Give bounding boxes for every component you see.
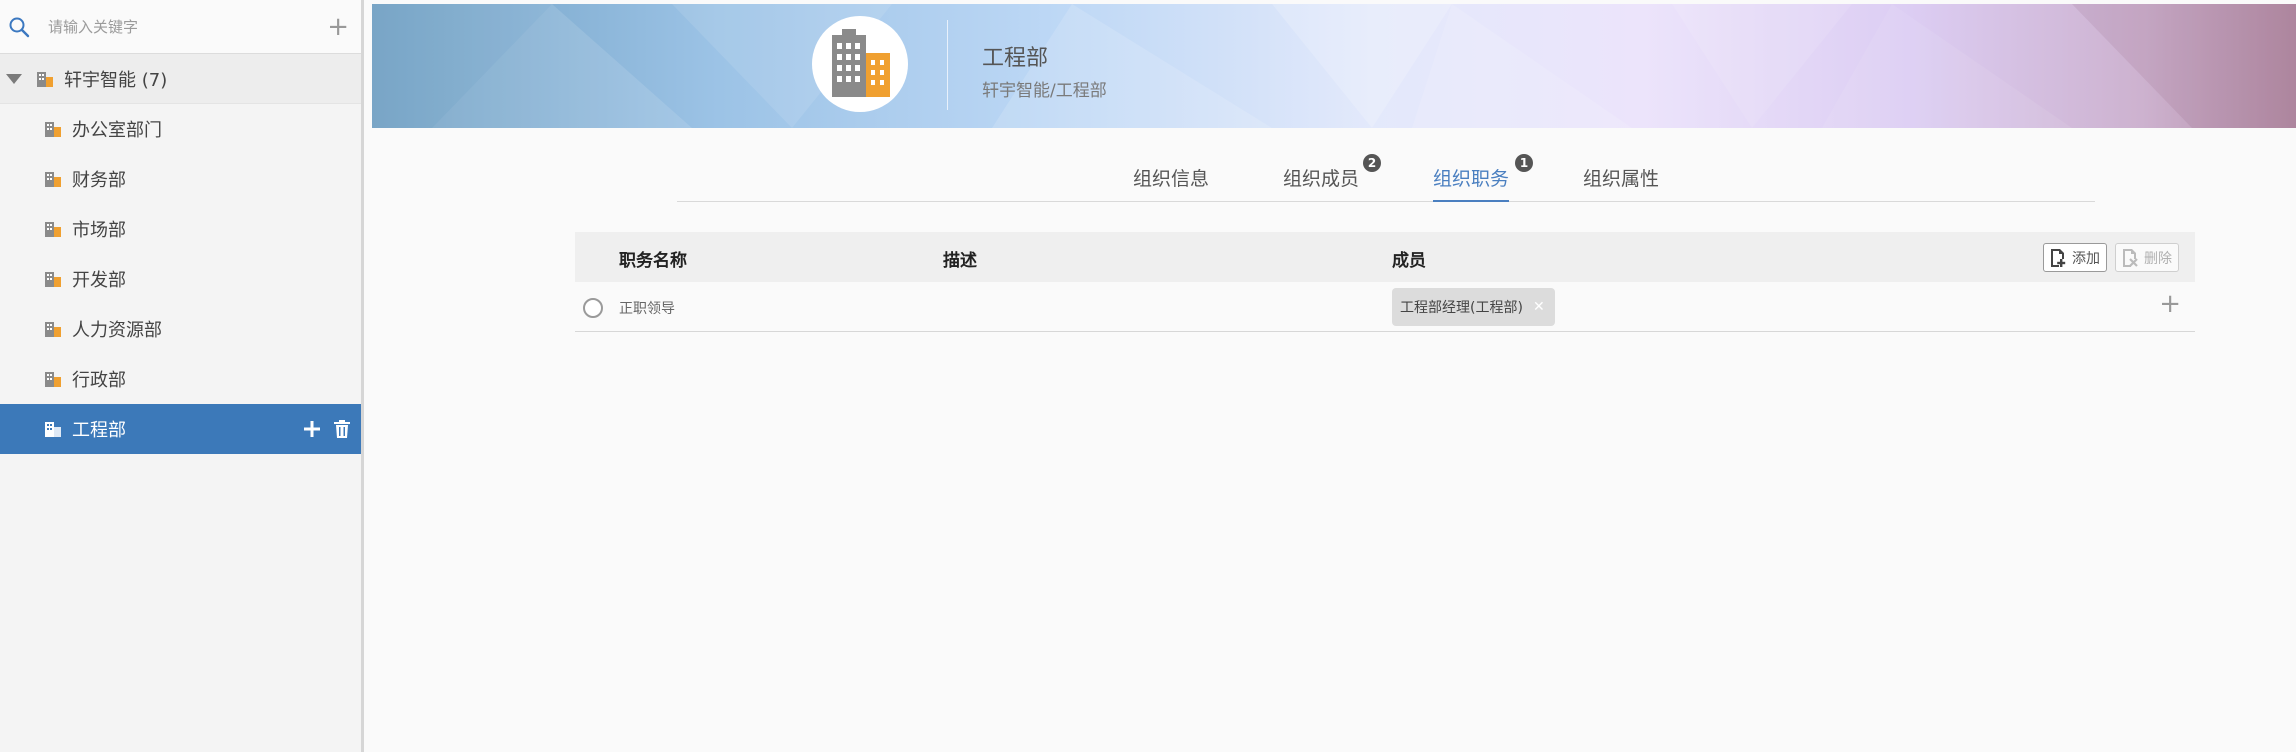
- building-icon: [44, 320, 62, 338]
- add-member-icon[interactable]: +: [2159, 291, 2181, 317]
- tab-bar: 组织信息 组织成员 2 组织职务 1 组织属性: [677, 150, 2095, 202]
- delete-position-button[interactable]: 删除: [2115, 243, 2179, 272]
- search-icon[interactable]: [8, 16, 30, 38]
- delete-file-icon: [2120, 248, 2140, 268]
- add-position-button[interactable]: 添加: [2043, 243, 2107, 272]
- building-icon: [44, 220, 62, 238]
- count-badge: 2: [1363, 154, 1381, 172]
- tree-item-marketing[interactable]: 市场部: [0, 204, 361, 254]
- tree-root-node[interactable]: 轩宇智能 (7): [0, 54, 361, 104]
- banner-background: [372, 4, 2296, 128]
- tree-item-label: 人力资源部: [72, 320, 162, 341]
- org-tree-sidebar: + 轩宇智能 (7) 办公室部门 财务部 市场部 开发部 人力资源部: [0, 0, 364, 752]
- column-header-description: 描述: [943, 251, 977, 271]
- main-panel: 工程部 轩宇智能/工程部 组织信息 组织成员 2 组织职务 1 组织属性 职务名…: [367, 0, 2296, 752]
- tab-label: 组织信息: [1133, 168, 1210, 190]
- tree-item-engineering[interactable]: 工程部: [0, 404, 361, 454]
- breadcrumb: 轩宇智能/工程部: [982, 81, 1107, 101]
- count-badge: 1: [1515, 154, 1533, 172]
- add-org-icon[interactable]: +: [327, 14, 349, 40]
- tree-item-label: 工程部: [72, 420, 126, 441]
- add-file-icon: [2048, 248, 2068, 268]
- collapse-caret-icon[interactable]: [6, 73, 22, 84]
- add-button-label: 添加: [2072, 250, 2100, 267]
- tree-item-label: 开发部: [72, 270, 126, 291]
- tree-item-label: 办公室部门: [72, 120, 162, 141]
- tab-label: 组织职务: [1433, 168, 1510, 190]
- building-icon: [44, 370, 62, 388]
- building-icon: [36, 70, 54, 88]
- tree-children: 办公室部门 财务部 市场部 开发部 人力资源部 行政部 工程部: [0, 104, 361, 454]
- remove-member-icon[interactable]: ✕: [1533, 299, 1545, 315]
- search-bar: +: [0, 0, 361, 54]
- delete-button-label: 删除: [2144, 250, 2172, 267]
- column-header-position-name: 职务名称: [619, 251, 687, 271]
- building-icon: [44, 270, 62, 288]
- tab-label: 组织成员: [1283, 168, 1360, 190]
- org-banner: 工程部 轩宇智能/工程部: [372, 4, 2296, 128]
- building-icon: [44, 420, 62, 438]
- tree-item-actions: [303, 404, 351, 454]
- tree-item-finance[interactable]: 财务部: [0, 154, 361, 204]
- tab-org-info[interactable]: 组织信息: [1133, 164, 1209, 202]
- tab-org-positions[interactable]: 组织职务 1: [1433, 154, 1533, 202]
- page-title: 工程部: [982, 46, 1049, 71]
- member-tag: 工程部经理(工程部) ✕: [1392, 288, 1555, 326]
- building-icon: [44, 120, 62, 138]
- tab-org-attributes[interactable]: 组织属性: [1583, 164, 1659, 202]
- trash-icon[interactable]: [333, 419, 351, 439]
- tree-item-label: 财务部: [72, 170, 126, 191]
- positions-table-header: 职务名称 描述 成员 添加 删除: [575, 232, 2195, 282]
- tab-org-members[interactable]: 组织成员 2: [1283, 154, 1381, 202]
- search-input[interactable]: [48, 17, 298, 36]
- tree-item-office[interactable]: 办公室部门: [0, 104, 361, 154]
- add-child-icon[interactable]: [303, 420, 321, 438]
- building-icon: [44, 170, 62, 188]
- tree-item-admin[interactable]: 行政部: [0, 354, 361, 404]
- tab-label: 组织属性: [1583, 168, 1660, 190]
- row-select-radio[interactable]: [583, 298, 603, 318]
- column-header-members: 成员: [1392, 251, 1426, 271]
- tree-item-development[interactable]: 开发部: [0, 254, 361, 304]
- member-tag-label: 工程部经理(工程部): [1400, 300, 1523, 316]
- position-name-cell: 正职领导: [619, 301, 675, 317]
- org-avatar: [812, 16, 908, 112]
- table-row[interactable]: 正职领导 工程部经理(工程部) ✕ +: [575, 282, 2195, 332]
- building-icon: [832, 29, 890, 97]
- tree-item-label: 市场部: [72, 220, 126, 241]
- tree-item-hr[interactable]: 人力资源部: [0, 304, 361, 354]
- tree-root-label: 轩宇智能 (7): [64, 69, 168, 91]
- tree-item-label: 行政部: [72, 370, 126, 391]
- banner-divider: [947, 20, 948, 110]
